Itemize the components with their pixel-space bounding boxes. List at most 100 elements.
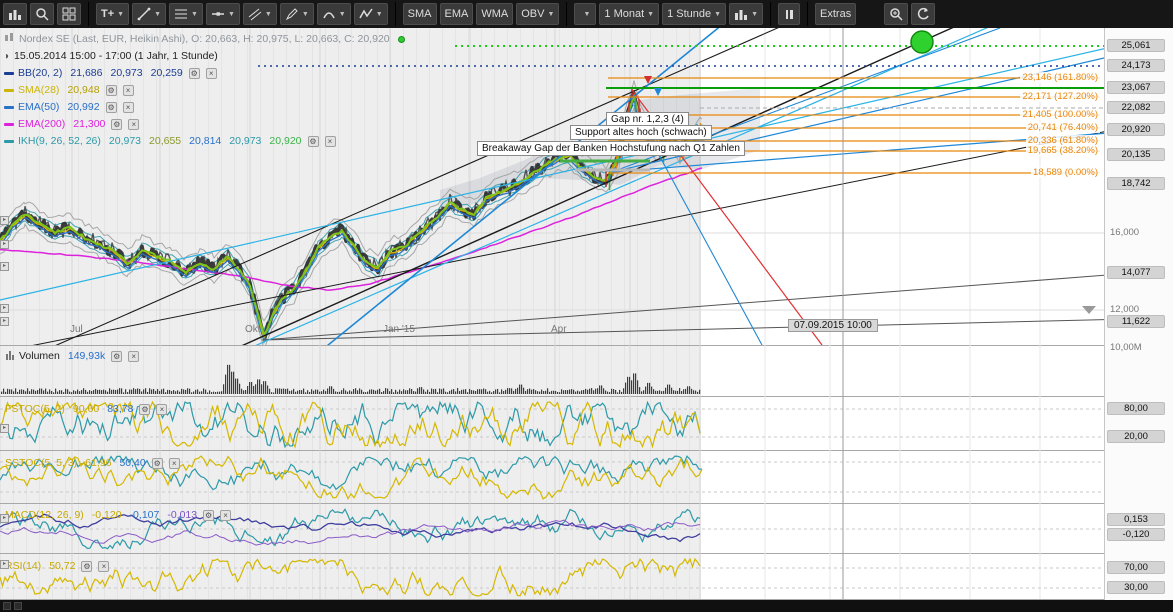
chevron-down-icon: ▼	[154, 11, 161, 18]
toolbar-separator	[395, 2, 396, 26]
indicator-settings-button[interactable]: ⚙	[203, 510, 214, 521]
volume-panel[interactable]	[0, 346, 1104, 397]
price-axis-chip: 20,135	[1107, 148, 1165, 161]
fibonacci-level-label: 21,405 (100.00%)	[1020, 109, 1100, 120]
indicator-button-wma[interactable]: WMA	[476, 3, 513, 25]
collapsed-indicator-icon[interactable]: ▸	[0, 216, 9, 225]
horizontal-line-tool[interactable]: ▼	[206, 3, 240, 25]
indicator-close-button[interactable]: ×	[123, 85, 134, 96]
toolbar-separator	[566, 2, 567, 26]
pencil-tool[interactable]: ▼	[280, 3, 314, 25]
collapsed-indicator-icon[interactable]: ▸	[0, 262, 9, 271]
statusbar-icon[interactable]	[14, 602, 22, 610]
indicator-settings-button[interactable]: ⚙	[308, 136, 319, 147]
pause-button[interactable]	[778, 3, 800, 25]
indicator-value: 20,814	[189, 135, 221, 147]
indicator-button-sma[interactable]: SMA	[403, 3, 437, 25]
macd-value: -0,120	[92, 509, 122, 521]
indicator-value: 20,948	[67, 84, 99, 96]
indicator-value: 20,973	[229, 135, 261, 147]
extras-button[interactable]: Extras	[815, 3, 856, 25]
chevron-down-icon: ▼	[191, 11, 198, 18]
period-dropdown[interactable]: 1 Monat▼	[599, 3, 659, 25]
fstoc-value: 83,78	[107, 403, 133, 415]
indicator-close-button[interactable]: ×	[123, 102, 134, 113]
indicator-settings-button[interactable]: ⚙	[111, 119, 122, 130]
text-tool[interactable]: T+▼	[96, 3, 129, 25]
indicator-close-button[interactable]: ×	[98, 561, 109, 572]
fstoc-legend: FSTOC(5, 2)90,6083,78⚙×	[5, 402, 167, 416]
indicator-legend-row: EMA(50)20,992⚙×	[4, 100, 405, 114]
chart-legend: Nordex SE (Last, EUR, Heikin Ashi), O: 2…	[4, 32, 405, 148]
indicator-value: 20,655	[149, 135, 181, 147]
trendline-tool[interactable]: ▼	[132, 3, 166, 25]
collapsed-indicator-icon[interactable]: ▸	[0, 317, 9, 326]
collapsed-indicator-icon[interactable]: ▸	[0, 304, 9, 313]
price-axis-chip: 24,173	[1107, 59, 1165, 72]
indicator-legend-row: SMA(28) 20,948 ⚙ ×	[4, 83, 405, 97]
fstoc-value: 90,60	[73, 403, 99, 415]
price-axis-chip: 20,00	[1107, 430, 1165, 443]
zoom-in-button[interactable]	[884, 3, 908, 25]
indicator-button-obv[interactable]: OBV▼	[516, 3, 559, 25]
indicator-close-button[interactable]: ×	[169, 458, 180, 469]
annotation-breakaway-gap[interactable]: Breakaway Gap der Banken Hochstufung nac…	[477, 141, 745, 156]
arc-tool[interactable]: ▼	[317, 3, 351, 25]
indicator-settings-button[interactable]: ⚙	[189, 68, 200, 79]
price-axis-chip: 20,920	[1107, 123, 1165, 136]
x-axis-label: Jan '15	[383, 324, 415, 335]
collapsed-indicator-icon[interactable]: ▸	[0, 424, 9, 433]
indicator-value: 20,992	[67, 101, 99, 113]
indicator-close-button[interactable]: ×	[206, 68, 217, 79]
undo-button[interactable]	[911, 3, 935, 25]
toolbar-separator	[807, 2, 808, 26]
timeframe-row: ◗ 15.05.2014 15:00 - 17:00 (1 Jahr, 1 St…	[4, 49, 405, 63]
timeframe-favorites-dropdown[interactable]: ▼	[574, 3, 596, 25]
indicator-settings-button[interactable]: ⚙	[106, 102, 117, 113]
price-axis-label: 12,000	[1110, 304, 1139, 315]
indicator-value: 20,920	[269, 135, 301, 147]
indicator-settings-button[interactable]: ⚙	[152, 458, 163, 469]
rsi-panel[interactable]	[0, 554, 1104, 600]
toolbar-separator	[770, 2, 771, 26]
price-axis-chip: -0,120	[1107, 528, 1165, 541]
indicator-settings-button[interactable]: ⚙	[139, 404, 150, 415]
indicator-settings-button[interactable]: ⚙	[81, 561, 92, 572]
chevron-down-icon: ▼	[302, 11, 309, 18]
indicator-close-button[interactable]: ×	[128, 119, 139, 130]
indicator-settings-button[interactable]: ⚙	[106, 85, 117, 96]
vol-label: Volumen	[19, 350, 60, 362]
series-color-swatch	[4, 72, 14, 75]
indicator-settings-button[interactable]: ⚙	[111, 351, 122, 362]
layout-grid-icon[interactable]	[57, 3, 81, 25]
collapsed-indicator-icon[interactable]: ▸	[0, 560, 9, 569]
indicator-label: SMA(28)	[18, 84, 59, 96]
indicator-close-button[interactable]: ×	[325, 136, 336, 147]
annotation-support[interactable]: Support altes hoch (schwach)	[570, 125, 712, 140]
trading-app-window: T+▼▼▼▼▼▼▼▼SMAEMAWMAOBV▼▼1 Monat▼1 Stunde…	[0, 0, 1173, 612]
fibonacci-level-label: 18,589 (0.00%)	[1031, 167, 1100, 178]
indicator-close-button[interactable]: ×	[128, 351, 139, 362]
compare-dropdown[interactable]: ▼	[729, 3, 763, 25]
status-dot	[398, 36, 405, 43]
indicator-close-button[interactable]: ×	[156, 404, 167, 415]
indicator-label: IKH(9, 26, 52, 26)	[18, 135, 101, 147]
zigzag-tool[interactable]: ▼	[354, 3, 388, 25]
instrument-title: Nordex SE (Last, EUR, Heikin Ashi), O: 2…	[19, 33, 390, 45]
chart-type-icon[interactable]	[3, 3, 27, 25]
vol-value: 149,93k	[68, 350, 105, 362]
price-axis-chip: 0,153	[1107, 513, 1165, 526]
statusbar-icon[interactable]	[3, 602, 11, 610]
clock-icon: ◗	[4, 51, 10, 62]
macd-value: -0,107	[130, 509, 160, 521]
indicator-legend-row: EMA(200)21,300⚙×	[4, 117, 405, 131]
indicator-button-ema[interactable]: EMA	[440, 3, 474, 25]
interval-dropdown[interactable]: 1 Stunde▼	[662, 3, 726, 25]
collapsed-indicator-icon[interactable]: ▸	[0, 514, 9, 523]
collapsed-indicator-icon[interactable]: ▸	[0, 240, 9, 249]
fibonacci-tool[interactable]: ▼	[169, 3, 203, 25]
fibonacci-level-label: 23,146 (161.80%)	[1020, 72, 1100, 83]
indicator-close-button[interactable]: ×	[220, 510, 231, 521]
channel-tool[interactable]: ▼	[243, 3, 277, 25]
search-icon[interactable]	[30, 3, 54, 25]
